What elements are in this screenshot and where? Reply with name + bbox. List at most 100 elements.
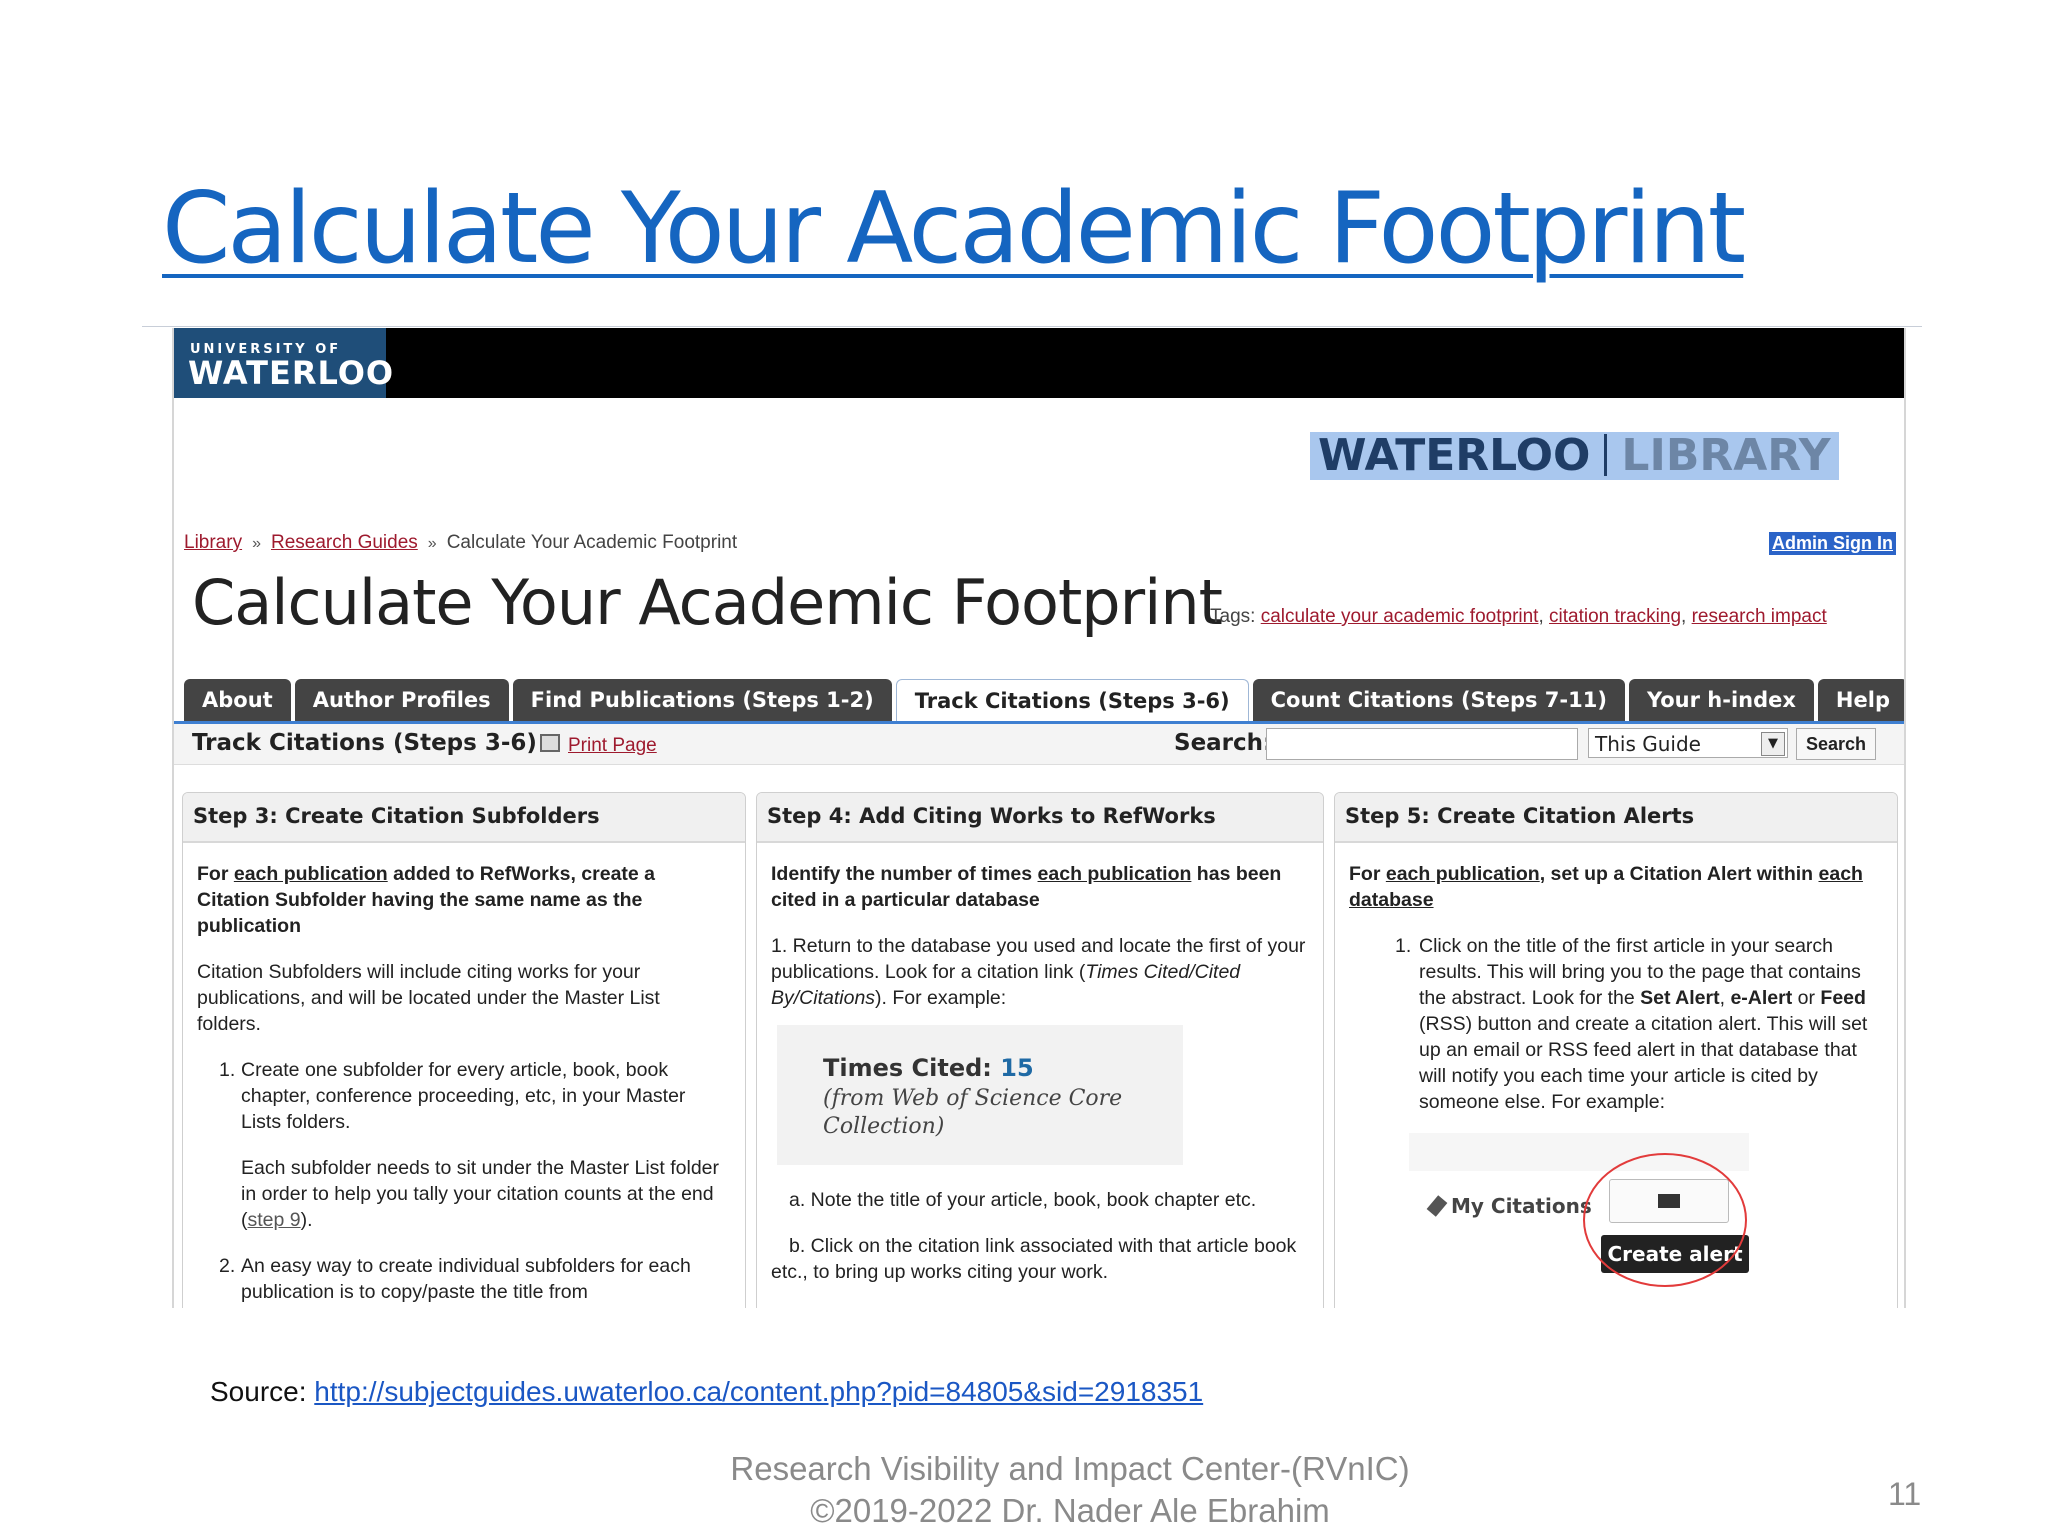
step4-para1-post: ). For example: xyxy=(875,987,1007,1009)
times-cited-example: Times Cited: 15 (from Web of Science Cor… xyxy=(777,1025,1183,1165)
admin-sign-in-link[interactable]: Admin Sign In xyxy=(1769,532,1896,555)
webpage-screenshot: UNIVERSITY OF WATERLOO WATERLOO LIBRARY L… xyxy=(172,328,1906,1308)
tab-author-profiles[interactable]: Author Profiles xyxy=(294,679,509,721)
search-input[interactable] xyxy=(1266,728,1578,760)
step5-lead-pre: For xyxy=(1349,863,1386,885)
footer-line-1: Research Visibility and Impact Center-(R… xyxy=(730,1450,1410,1487)
my-citations-button[interactable]: My Citations xyxy=(1426,1193,1592,1219)
my-citations-label: My Citations xyxy=(1451,1194,1592,1218)
step4-lead-pre: Identify the number of times xyxy=(771,863,1038,885)
print-page-link[interactable]: Print Page xyxy=(540,734,657,757)
breadcrumb-current: Calculate Your Academic Footprint xyxy=(446,532,738,553)
times-cited-line: Times Cited: 15 xyxy=(823,1055,1183,1081)
step4-box: Step 4: Add Citing Works to RefWorks Ide… xyxy=(756,792,1324,1308)
uw-logo-main-text: WATERLOO xyxy=(188,354,395,392)
e-alert-label: e-Alert xyxy=(1730,987,1793,1009)
step5-item1-post: (RSS) button and create a citation alert… xyxy=(1419,1013,1868,1113)
source-line: Source: http://subjectguides.uwaterloo.c… xyxy=(210,1376,1203,1408)
university-of-waterloo-logo[interactable]: UNIVERSITY OF WATERLOO xyxy=(174,328,393,398)
step3-item1-text: Create one subfolder for every article, … xyxy=(241,1059,686,1133)
step5-box: Step 5: Create Citation Alerts For each … xyxy=(1334,792,1898,1308)
step3-lead-underline: each publication xyxy=(233,863,388,885)
tags: Tags: calculate your academic footprint,… xyxy=(1210,606,1827,627)
search-scope-select[interactable]: This Guide ▼ xyxy=(1588,728,1788,758)
chevron-down-icon[interactable]: ▼ xyxy=(1761,732,1785,756)
step5-item1: 1. Click on the title of the first articl… xyxy=(1349,933,1881,1115)
page-subbar: Track Citations (Steps 3-6) Print Page S… xyxy=(174,724,1904,765)
guide-tabs: About Author Profiles Find Publications … xyxy=(184,679,1904,722)
breadcrumb-research-guides[interactable]: Research Guides xyxy=(271,532,418,553)
footer-line-2: ©2019-2022 Dr. Nader Ale Ebrahim xyxy=(810,1492,1330,1529)
step4-sub-b: b. Click on the citation link associated… xyxy=(771,1235,1297,1283)
tab-h-index[interactable]: Your h-index xyxy=(1628,679,1814,721)
step4-lead-underline: each publication xyxy=(1037,863,1192,885)
printer-icon xyxy=(540,734,560,752)
step5-lead-underline-1: each publication xyxy=(1385,863,1540,885)
library-logo-separator xyxy=(1604,434,1608,476)
pencil-icon xyxy=(1426,1195,1448,1217)
step4-para1: 1. Return to the database you used and l… xyxy=(771,933,1307,1011)
search-button[interactable]: Search xyxy=(1796,728,1876,760)
step3-lead-pre: For xyxy=(197,863,234,885)
step3-item1b: Each subfolder needs to sit under the Ma… xyxy=(197,1155,729,1233)
library-logo-right: LIBRARY xyxy=(1621,430,1831,481)
step3-item1b-post: ). xyxy=(300,1209,313,1231)
breadcrumb-library[interactable]: Library xyxy=(184,532,242,553)
slide-title: Calculate Your Academic Footprint xyxy=(162,172,1746,286)
step5-item1-or: or xyxy=(1792,987,1821,1009)
breadcrumb-separator: » xyxy=(427,535,437,552)
step3-body: For each publication added to RefWorks, … xyxy=(183,843,745,1305)
page-number: 11 xyxy=(1888,1476,1922,1512)
tab-find-publications[interactable]: Find Publications (Steps 1-2) xyxy=(512,679,892,721)
times-cited-count[interactable]: 15 xyxy=(1000,1054,1033,1082)
tab-count-citations[interactable]: Count Citations (Steps 7-11) xyxy=(1252,679,1625,721)
search-scope-value: This Guide xyxy=(1595,732,1701,756)
breadcrumb: Library » Research Guides » Calculate Your A… xyxy=(184,532,737,554)
step5-item1-comma: , xyxy=(1719,987,1731,1009)
guide-title: Calculate Your Academic Footprint xyxy=(192,566,1223,639)
step4-heading: Step 4: Add Citing Works to RefWorks xyxy=(757,793,1323,843)
source-label: Source: xyxy=(210,1376,307,1407)
step3-item1: 1. Create one subfolder for every article… xyxy=(197,1057,729,1135)
step3-item1b-pre: Each subfolder needs to sit under the Ma… xyxy=(241,1157,720,1231)
tag-link[interactable]: research impact xyxy=(1692,606,1827,627)
set-alert-label: Set Alert xyxy=(1640,987,1720,1009)
tab-about[interactable]: About xyxy=(184,679,291,721)
step5-lead: For each publication, set up a Citation … xyxy=(1349,861,1881,913)
step9-link[interactable]: step 9 xyxy=(248,1209,301,1231)
search-label: Search: xyxy=(1174,730,1273,756)
tag-link[interactable]: citation tracking xyxy=(1549,606,1681,627)
step5-item1-number: 1. xyxy=(1395,935,1412,957)
step5-body: For each publication, set up a Citation … xyxy=(1335,843,1897,1287)
waterloo-library-logo[interactable]: WATERLOO LIBRARY xyxy=(1310,432,1839,480)
step3-item2-number: 2. xyxy=(219,1255,236,1277)
tab-track-citations[interactable]: Track Citations (Steps 3-6) xyxy=(895,679,1249,722)
step3-para1: Citation Subfolders will include citing … xyxy=(197,961,660,1035)
times-cited-source: (from Web of Science Core Collection) xyxy=(823,1086,1123,1139)
print-page-label: Print Page xyxy=(568,735,657,756)
times-cited-label: Times Cited: xyxy=(823,1054,992,1082)
step3-heading: Step 3: Create Citation Subfolders xyxy=(183,793,745,843)
step5-heading: Step 5: Create Citation Alerts xyxy=(1335,793,1897,843)
step3-item2: 2. An easy way to create individual subfo… xyxy=(197,1253,729,1305)
step5-lead-mid: , set up a Citation Alert within xyxy=(1539,863,1819,885)
current-page-name: Track Citations (Steps 3-6) xyxy=(192,730,537,756)
title-divider xyxy=(142,326,1922,327)
feed-label: Feed xyxy=(1820,987,1866,1009)
step3-item1-number: 1. xyxy=(219,1059,236,1081)
top-bar: UNIVERSITY OF WATERLOO xyxy=(174,328,1904,398)
library-logo-left: WATERLOO xyxy=(1318,430,1591,481)
step4-lead: Identify the number of times each public… xyxy=(771,861,1307,913)
footer: Research Visibility and Impact Center-(R… xyxy=(560,1448,1580,1532)
create-alert-example: My Citations Create alert xyxy=(1349,1133,1881,1287)
highlight-circle xyxy=(1583,1153,1747,1287)
step3-box: Step 3: Create Citation Subfolders For e… xyxy=(182,792,746,1308)
tag-link[interactable]: calculate your academic footprint xyxy=(1261,606,1539,627)
step3-lead: For each publication added to RefWorks, … xyxy=(197,861,729,939)
step3-item2-text: An easy way to create individual subfold… xyxy=(241,1255,691,1303)
step4-body: Identify the number of times each public… xyxy=(757,843,1323,1285)
step4-sub-a: a. Note the title of your article, book,… xyxy=(789,1189,1257,1211)
tab-help[interactable]: Help xyxy=(1817,679,1904,721)
source-url-link[interactable]: http://subjectguides.uwaterloo.ca/conten… xyxy=(314,1376,1203,1407)
tags-label: Tags: xyxy=(1210,606,1256,627)
